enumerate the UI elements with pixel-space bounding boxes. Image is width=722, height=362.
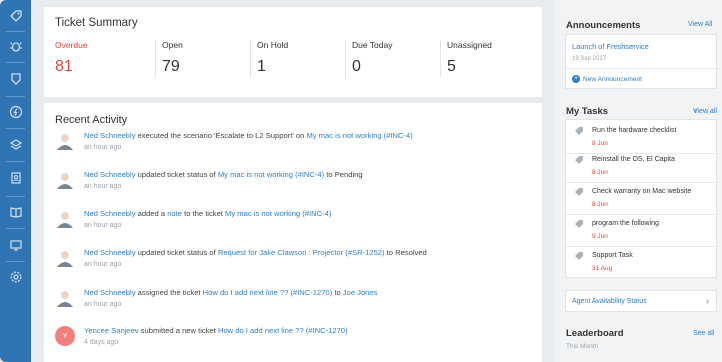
- activity-ticket-link[interactable]: How do I add next line ?? (#INC-1270): [218, 326, 348, 335]
- user-avatar: [57, 251, 73, 267]
- stat-on-hold[interactable]: On Hold 1: [250, 40, 352, 84]
- tag-icon: [575, 252, 583, 260]
- user-avatar: [57, 173, 73, 189]
- ticket-summary-card: Ticket Summary Overdue 81 Open 79 On Hol…: [44, 7, 542, 97]
- user-initial-avatar: Y: [55, 326, 75, 346]
- tag-icon[interactable]: [0, 4, 31, 28]
- activity-time: an hour ago: [84, 183, 122, 190]
- task-item[interactable]: Reinstall the OS, El Capita 8 Jun: [566, 149, 716, 183]
- left-nav: [0, 0, 31, 362]
- user-avatar: [57, 291, 73, 307]
- tag-icon: [575, 127, 583, 135]
- activity-time: an hour ago: [84, 261, 122, 268]
- activity-ticket-link[interactable]: Request for Jake Clawson : Projector (#S…: [218, 248, 385, 257]
- activity-item: Ned Schneebly assigned the ticket How do…: [55, 286, 535, 320]
- gear-icon[interactable]: [0, 265, 31, 289]
- activity-actor-link[interactable]: Yencee Sanjeev: [84, 326, 139, 335]
- activity-ticket-link[interactable]: My mac is not working (#INC-4): [306, 131, 412, 140]
- activity-ticket-link[interactable]: My mac is not working (#INC-4): [218, 170, 324, 179]
- tag-icon: [575, 188, 583, 196]
- bolt-icon[interactable]: [0, 100, 31, 124]
- layers-icon[interactable]: [0, 133, 31, 157]
- stat-overdue[interactable]: Overdue 81: [55, 40, 150, 84]
- activity-item: Ned Schneebly executed the scenario 'Esc…: [55, 129, 535, 163]
- task-item[interactable]: Check warranty on Mac website 8 Jun: [566, 181, 716, 215]
- new-announcement-button[interactable]: + New Announcement: [572, 75, 642, 83]
- activity-item: Ned Schneebly updated ticket status of R…: [55, 246, 535, 280]
- ticket-summary-title: Ticket Summary: [55, 17, 138, 29]
- shield-icon[interactable]: [0, 67, 31, 91]
- activity-actor-link[interactable]: Ned Schneebly: [84, 288, 136, 297]
- activity-actor-link[interactable]: Ned Schneebly: [84, 209, 136, 218]
- tag-icon: [575, 220, 583, 228]
- activity-actor-link[interactable]: Ned Schneebly: [84, 170, 136, 179]
- announcements-view-all-link[interactable]: View All: [688, 21, 712, 28]
- activity-ticket-link[interactable]: How do I add next line ?? (#INC-1270): [203, 288, 333, 297]
- activity-actor-link[interactable]: Ned Schneebly: [84, 131, 136, 140]
- activity-note-link[interactable]: note: [167, 209, 182, 218]
- right-sidebar: Announcements View All Launch of Freshse…: [555, 0, 722, 362]
- leaderboard-see-all-link[interactable]: See all: [693, 330, 714, 337]
- announcement-title-link[interactable]: Launch of Freshservice: [572, 42, 649, 51]
- announcement-date: 19 Sep 2017: [572, 56, 607, 62]
- monitor-icon[interactable]: [0, 233, 31, 257]
- activity-ticket-link[interactable]: My mac is not working (#INC-4): [225, 209, 331, 218]
- tasks-view-all-link[interactable]: View all: [693, 108, 717, 115]
- activity-item: Ned Schneebly updated ticket status of M…: [55, 168, 535, 202]
- recent-activity-title: Recent Activity: [55, 114, 128, 126]
- agent-availability-label: Agent Availability Status: [572, 298, 647, 305]
- announcement-card: Launch of Freshservice 19 Sep 2017 + New…: [565, 34, 717, 89]
- announcements-title: Announcements: [566, 20, 641, 31]
- tag-icon: [575, 156, 583, 164]
- bug-icon[interactable]: [0, 34, 31, 58]
- activity-time: 4 days ago: [84, 339, 119, 346]
- agent-availability-row[interactable]: Agent Availability Status ›: [565, 290, 717, 312]
- leaderboard-title: Leaderboard: [566, 328, 624, 339]
- task-item[interactable]: Support Task 31 Aug: [566, 245, 716, 279]
- activity-item: Y Yencee Sanjeev submitted a new ticket …: [55, 324, 535, 358]
- my-tasks-title: My Tasks: [566, 106, 609, 117]
- contacts-icon[interactable]: [0, 166, 31, 190]
- activity-time: an hour ago: [84, 222, 122, 229]
- recent-activity-card: Recent Activity Ned Schneebly executed t…: [44, 103, 542, 362]
- plus-icon: +: [572, 75, 580, 83]
- user-avatar: [57, 212, 73, 228]
- user-avatar: [57, 134, 73, 150]
- activity-time: an hour ago: [84, 301, 122, 308]
- task-item[interactable]: program the following 9 Jun: [566, 213, 716, 247]
- stat-open[interactable]: Open 79: [155, 40, 257, 84]
- activity-time: an hour ago: [84, 144, 122, 151]
- activity-assignee-link[interactable]: Joe Jones: [343, 288, 378, 297]
- activity-item: Ned Schneebly added a note to the ticket…: [55, 207, 535, 241]
- tasks-list: Run the hardware checklist 8 Jun Reinsta…: [565, 119, 717, 278]
- leaderboard-period: This Month: [566, 343, 599, 350]
- stat-unassigned[interactable]: Unassigned 5: [440, 40, 542, 84]
- chevron-right-icon: ›: [706, 296, 709, 306]
- book-icon[interactable]: [0, 200, 31, 224]
- activity-actor-link[interactable]: Ned Schneebly: [84, 248, 136, 257]
- stat-due-today[interactable]: Due Today 0: [345, 40, 447, 84]
